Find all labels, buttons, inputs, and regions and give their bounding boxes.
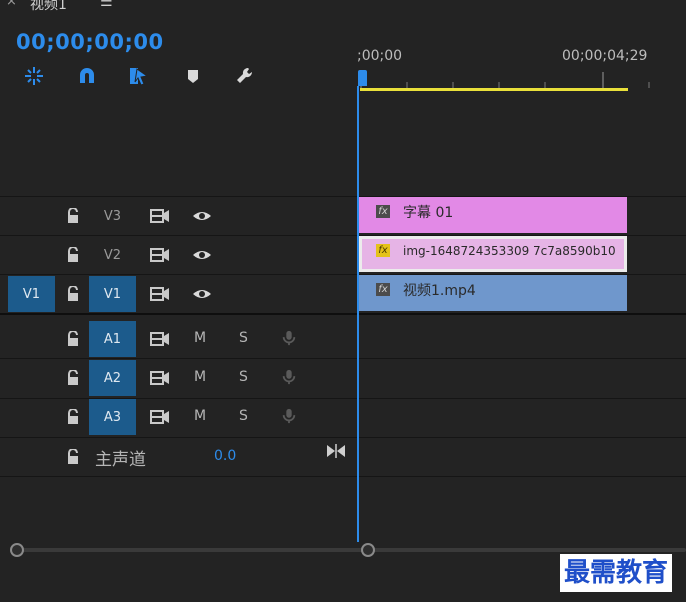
scroll-handle-right[interactable] — [361, 543, 375, 557]
solo-button[interactable]: S — [239, 369, 248, 385]
sync-lock-icon[interactable] — [150, 409, 170, 425]
microphone-icon[interactable] — [279, 330, 299, 346]
lock-icon[interactable] — [66, 331, 80, 347]
solo-button[interactable]: S — [239, 408, 248, 424]
horizontal-scrollbar[interactable] — [16, 548, 686, 552]
ruler-start-label: ;00;00 — [357, 48, 403, 64]
track-row-a3: A3 M S — [0, 398, 686, 436]
track-row-a1: A1 M S — [0, 320, 686, 358]
clip-video-1[interactable]: fx 视频1.mp4 — [359, 275, 627, 311]
track-target-v2[interactable]: V2 — [89, 237, 136, 273]
solo-button[interactable]: S — [239, 330, 248, 346]
clip-name: 字幕 01 — [403, 205, 454, 221]
playhead-timecode[interactable]: 00;00;00;00 — [16, 30, 164, 54]
ruler-ticks — [360, 72, 650, 88]
lock-icon[interactable] — [66, 247, 80, 263]
track-row-a2: A2 M S — [0, 359, 686, 397]
panel-menu-icon[interactable]: ☰ — [100, 0, 113, 10]
eye-visibility-icon[interactable] — [192, 286, 212, 302]
eye-visibility-icon[interactable] — [192, 208, 212, 224]
fx-badge-icon: fx — [376, 244, 390, 257]
time-ruler[interactable]: ;00;00 00;00;04;29 — [357, 40, 686, 92]
snap-magnet-icon[interactable] — [74, 63, 100, 89]
mute-button[interactable]: M — [194, 330, 206, 346]
playhead-handle[interactable] — [358, 70, 367, 86]
fx-badge-icon: fx — [376, 205, 390, 218]
track-target-v3[interactable]: V3 — [89, 198, 136, 234]
insert-nest-icon[interactable] — [21, 63, 47, 89]
microphone-icon[interactable] — [279, 369, 299, 385]
track-target-a3[interactable]: A3 — [89, 399, 136, 435]
clip-image[interactable]: fx img-1648724353309 7c7a8590b10 — [359, 236, 627, 272]
sequence-name: 视频1 — [30, 0, 67, 12]
sync-lock-icon[interactable] — [150, 370, 170, 386]
eye-visibility-icon[interactable] — [192, 247, 212, 263]
timeline-settings-wrench-icon[interactable] — [232, 63, 258, 89]
sync-lock-icon[interactable] — [150, 331, 170, 347]
microphone-icon[interactable] — [279, 408, 299, 424]
lock-icon[interactable] — [66, 409, 80, 425]
close-tab-icon[interactable]: × — [6, 0, 17, 9]
mute-button[interactable]: M — [194, 369, 206, 385]
track-target-v1[interactable]: V1 — [89, 276, 136, 312]
work-area-bar[interactable] — [360, 88, 628, 91]
sync-lock-icon[interactable] — [150, 208, 170, 224]
sequence-tab[interactable]: × 视频1 ☰ — [0, 0, 686, 12]
go-to-in-out-icon[interactable] — [326, 443, 346, 459]
clip-name: 视频1.mp4 — [403, 283, 476, 299]
clip-name: img-1648724353309 7c7a8590b10 — [403, 244, 616, 258]
scroll-handle-left[interactable] — [10, 543, 24, 557]
linked-selection-icon[interactable] — [125, 63, 151, 89]
fx-badge-icon: fx — [376, 283, 390, 296]
mute-button[interactable]: M — [194, 408, 206, 424]
track-target-a2[interactable]: A2 — [89, 360, 136, 396]
track-row-master: 主声道 0.0 — [0, 438, 686, 476]
sync-lock-icon[interactable] — [150, 247, 170, 263]
watermark-logo: 最需教育 — [560, 554, 673, 592]
lock-icon[interactable] — [66, 208, 80, 224]
sync-lock-icon[interactable] — [150, 286, 170, 302]
source-patch-v1[interactable]: V1 — [8, 276, 55, 312]
playhead-line[interactable] — [357, 86, 359, 542]
ruler-end-label: 00;00;04;29 — [562, 48, 648, 64]
track-target-a1[interactable]: A1 — [89, 321, 136, 357]
add-marker-icon[interactable] — [180, 63, 206, 89]
lock-icon[interactable] — [66, 370, 80, 386]
master-volume-value[interactable]: 0.0 — [214, 448, 236, 464]
master-track-label: 主声道 — [95, 450, 146, 470]
lock-icon[interactable] — [66, 286, 80, 302]
clip-title-01[interactable]: fx 字幕 01 — [359, 197, 627, 233]
lock-icon[interactable] — [66, 449, 80, 465]
